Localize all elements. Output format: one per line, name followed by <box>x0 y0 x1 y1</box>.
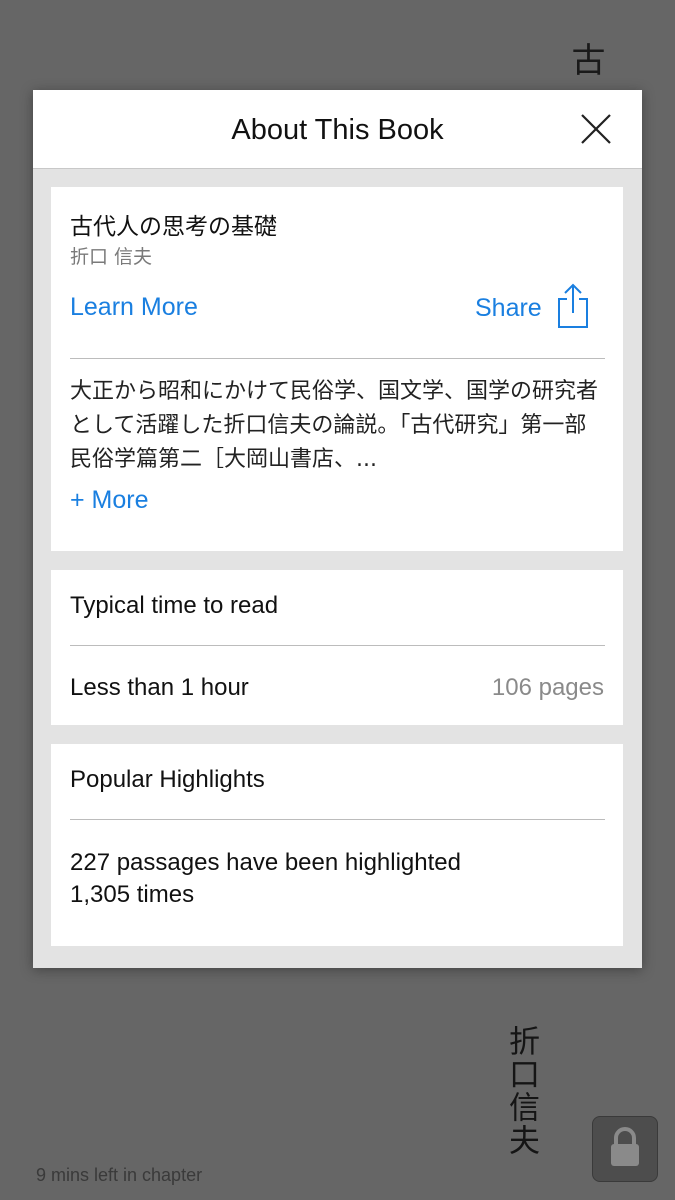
share-button[interactable]: Share <box>475 283 590 333</box>
divider <box>70 819 605 820</box>
page-count: 106 pages <box>491 674 604 701</box>
highlights-summary: 227 passages have been highlighted 1,305… <box>70 847 590 911</box>
orientation-lock-button[interactable] <box>592 1116 658 1182</box>
reading-time-heading: Typical time to read <box>70 592 279 619</box>
chapter-time-remaining: 9 mins left in chapter <box>36 1165 203 1185</box>
more-description-link[interactable]: + More <box>70 486 149 515</box>
divider <box>70 645 605 646</box>
popular-highlights-heading: Popular Highlights <box>70 766 265 793</box>
lock-icon <box>608 1126 642 1172</box>
highlights-summary-line1: 227 passages have been highlighted <box>70 849 461 876</box>
background-book-author: 折口信夫 <box>503 1025 539 1157</box>
about-book-dialog: About This Book 古代人の思考の基礎 折口 信夫 Learn Mo… <box>33 90 642 968</box>
book-author: 折口 信夫 <box>70 246 153 268</box>
share-label: Share <box>475 293 542 322</box>
dialog-header: About This Book <box>33 90 642 169</box>
popular-highlights-card: Popular Highlights 227 passages have bee… <box>51 744 623 946</box>
book-description: 大正から昭和にかけて民俗学、国文学、国学の研究者として活躍した折口信夫の論説。「… <box>70 379 609 472</box>
dialog-title: About This Book <box>231 114 444 146</box>
background-book-title: 古代 <box>565 42 605 76</box>
book-info-card: 古代人の思考の基礎 折口 信夫 Learn More Share 大正から昭和に… <box>51 187 623 551</box>
book-title: 古代人の思考の基礎 <box>70 214 277 240</box>
divider <box>70 358 605 359</box>
reading-time-value: Less than 1 hour <box>70 674 249 701</box>
close-button[interactable] <box>577 112 615 150</box>
close-icon <box>580 113 612 149</box>
reading-time-card: Typical time to read Less than 1 hour 10… <box>51 570 623 725</box>
share-icon <box>556 283 590 333</box>
highlights-summary-line2: 1,305 times <box>70 881 195 908</box>
learn-more-link[interactable]: Learn More <box>70 293 198 322</box>
